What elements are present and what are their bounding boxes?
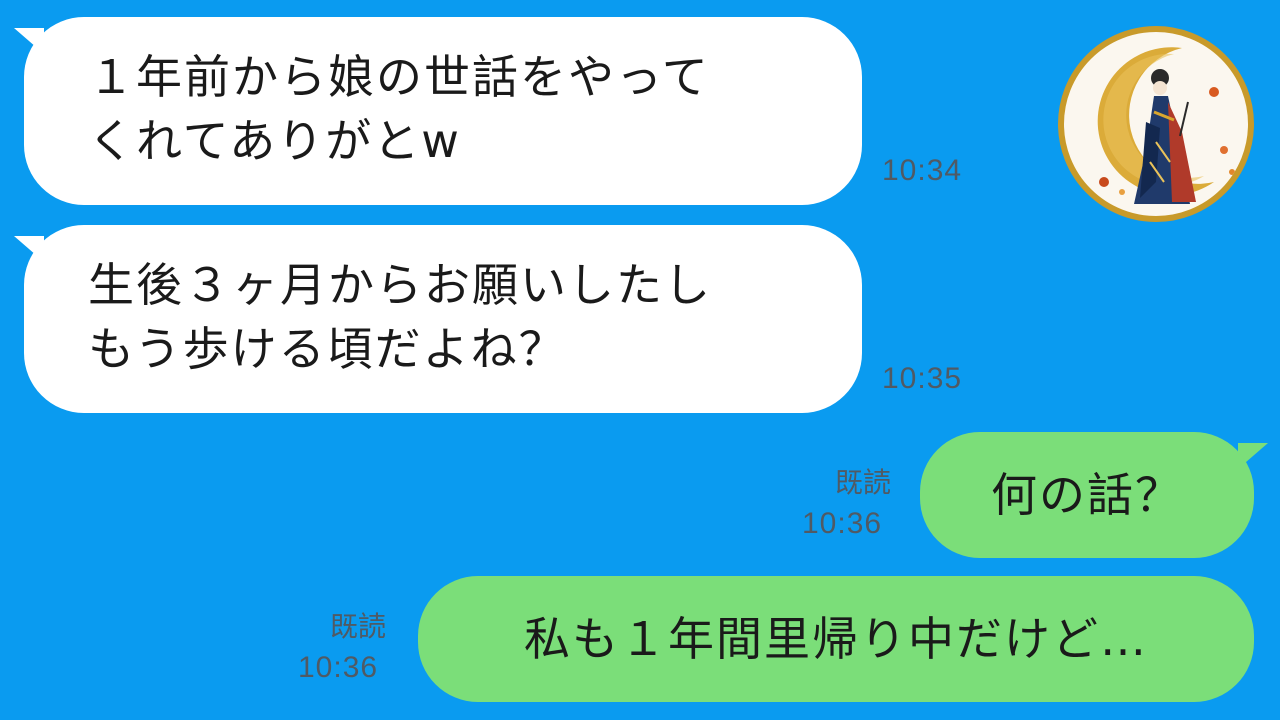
message-timestamp: 10:36 [298,651,379,684]
message-bubble-incoming[interactable]: 生後３ヶ月からお願いしたし もう歩ける頃だよね？ [24,225,862,413]
message-timestamp: 10:35 [882,362,963,395]
read-receipt: 既読 [835,466,892,499]
message-timestamp: 10:36 [802,507,883,540]
message-timestamp: 10:34 [882,154,963,187]
message-bubble-outgoing[interactable]: 何の話？ [920,432,1254,558]
message-bubble-outgoing[interactable]: 私も１年間里帰り中だけど… [418,576,1254,702]
chat-window: １年前から娘の世話をやって くれてありがとw 10:34 生後３ヶ月からお願いし… [0,0,1280,720]
message-bubble-incoming[interactable]: １年前から娘の世話をやって くれてありがとw [24,17,862,205]
read-receipt: 既読 [330,610,387,643]
avatar-illustration [1097,47,1235,204]
avatar-icon[interactable] [1058,26,1254,222]
